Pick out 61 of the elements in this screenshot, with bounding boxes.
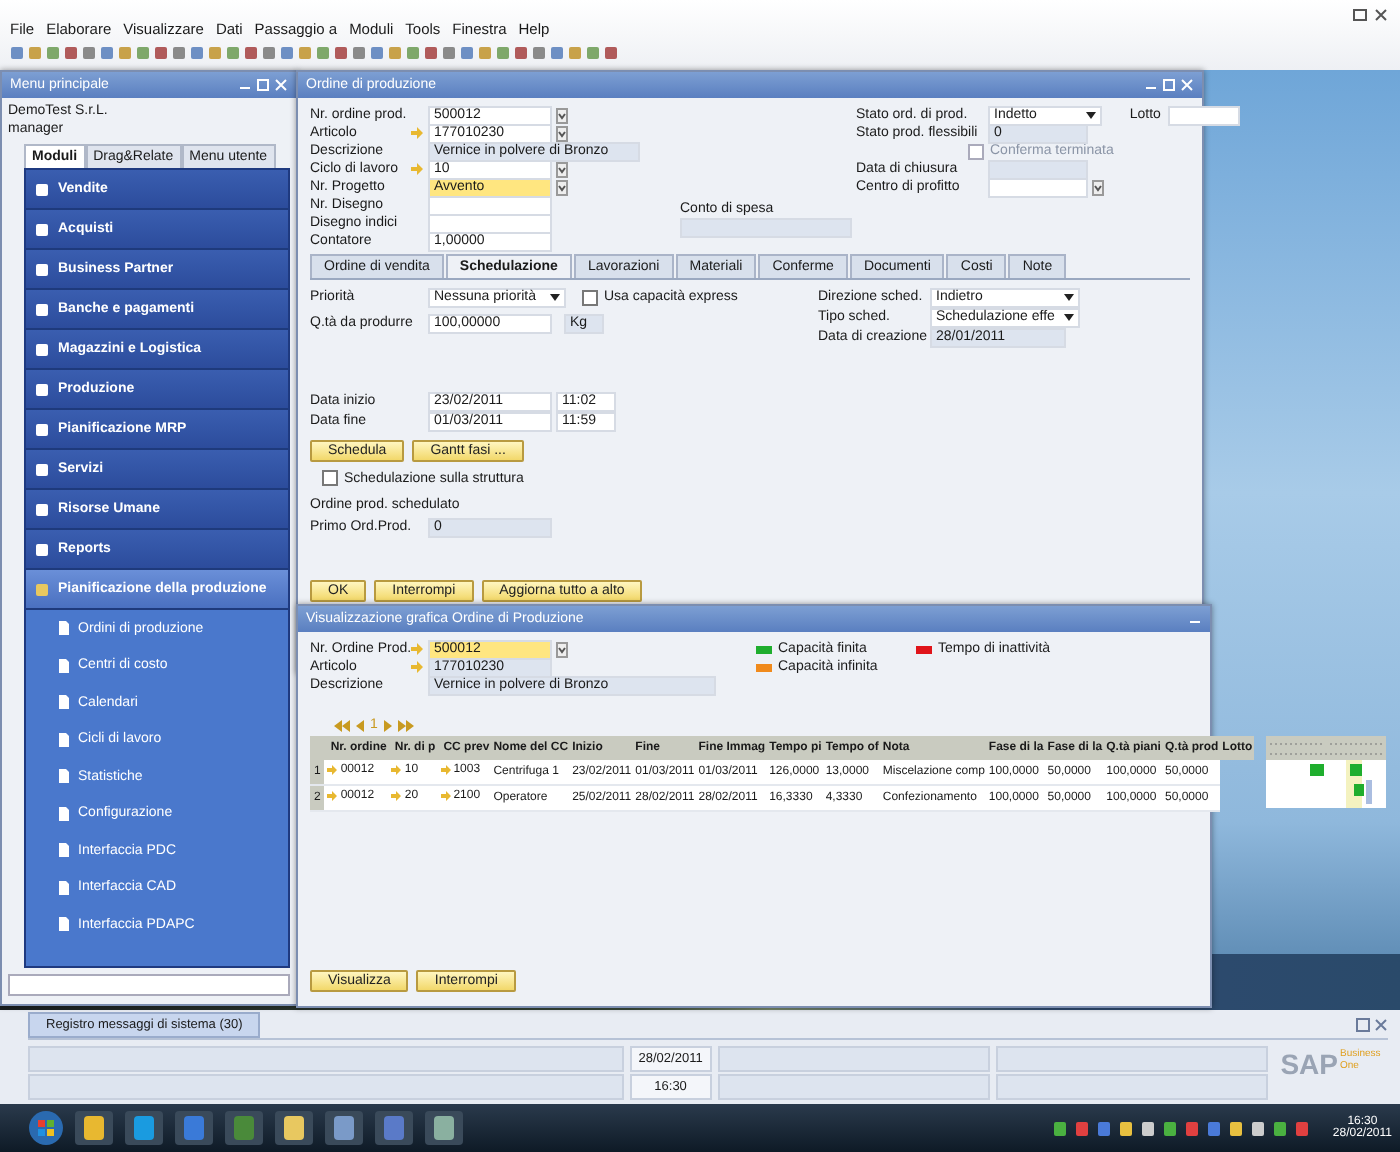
module-icon	[34, 221, 50, 237]
previous-page-icon[interactable]	[356, 719, 364, 731]
module-icon	[34, 461, 50, 477]
restore-icon[interactable]	[1352, 8, 1368, 22]
taskbar-app-icon[interactable]	[74, 1110, 114, 1146]
checkbox[interactable]	[582, 289, 598, 305]
link-arrow-icon[interactable]	[390, 764, 403, 776]
lookup-button-icon[interactable]	[556, 125, 568, 141]
document-icon	[58, 842, 70, 859]
module-icon	[34, 421, 50, 437]
gantt-chart-drawing	[1266, 736, 1387, 808]
module-icon	[34, 501, 50, 517]
document-icon	[58, 805, 70, 822]
module-icon	[34, 261, 50, 277]
window-controls-icon[interactable]	[1356, 1017, 1388, 1031]
lookup-button-icon[interactable]	[556, 641, 568, 657]
module-icon	[34, 541, 50, 557]
link-arrow-icon[interactable]	[326, 790, 339, 802]
horizontal-scrollbar[interactable]	[8, 974, 290, 996]
input-field[interactable]	[428, 213, 552, 233]
start-button-icon[interactable]	[28, 1110, 64, 1146]
close-icon[interactable]	[1374, 8, 1388, 22]
module-icon	[34, 581, 50, 597]
document-icon	[58, 620, 70, 637]
checkbox[interactable]	[322, 470, 338, 486]
input-field[interactable]	[988, 159, 1088, 179]
taskbar-app-icon[interactable]	[274, 1110, 314, 1146]
document-icon	[58, 916, 70, 933]
document-icon	[58, 879, 70, 896]
link-arrow-icon[interactable]	[439, 764, 452, 776]
module-icon	[34, 301, 50, 317]
input-field[interactable]	[1168, 105, 1241, 125]
input-field[interactable]	[680, 218, 852, 238]
first-page-icon[interactable]	[334, 719, 350, 731]
taskbar-app-icon[interactable]	[324, 1110, 364, 1146]
caret-icon[interactable]	[1064, 293, 1074, 301]
document-icon	[58, 731, 70, 748]
input-field[interactable]	[428, 195, 552, 215]
lookup-button-icon[interactable]	[556, 107, 568, 123]
link-arrow-icon[interactable]	[390, 790, 403, 802]
maximize-icon[interactable]	[256, 78, 270, 92]
next-page-icon[interactable]	[383, 719, 392, 731]
module-icon	[34, 181, 50, 197]
lookup-button-icon[interactable]	[1092, 179, 1104, 195]
taskbar-app-icon[interactable]	[124, 1110, 164, 1146]
caret-icon[interactable]	[1064, 313, 1074, 321]
link-arrow-icon[interactable]	[326, 764, 339, 776]
lookup-button-icon[interactable]	[556, 161, 568, 177]
caret-icon[interactable]	[550, 293, 560, 301]
lookup-button-icon[interactable]	[556, 179, 568, 195]
module-icon	[34, 341, 50, 357]
input-field[interactable]	[988, 177, 1088, 197]
maximize-icon[interactable]	[1162, 78, 1176, 92]
document-icon	[58, 657, 70, 674]
last-page-icon[interactable]	[397, 719, 414, 731]
caret-icon[interactable]	[1086, 111, 1096, 119]
module-icon	[34, 381, 50, 397]
taskbar-app-icon[interactable]	[424, 1110, 464, 1146]
link-arrow-icon[interactable]	[439, 790, 452, 802]
document-icon	[58, 768, 70, 785]
document-icon	[58, 694, 70, 711]
